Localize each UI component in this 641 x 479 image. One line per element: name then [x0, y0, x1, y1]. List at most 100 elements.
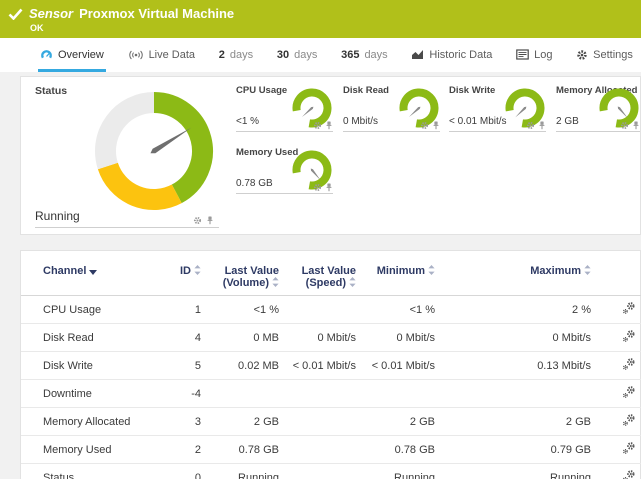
cell-volume: 0.78 GB [211, 436, 289, 464]
gauge-memory-allocated: Memory Allocated2 GB [556, 85, 640, 132]
gauge-title: Disk Read [343, 85, 389, 96]
sort-icon[interactable] [349, 277, 356, 287]
pin-icon[interactable] [538, 121, 546, 130]
pin-icon[interactable] [325, 121, 333, 130]
gauge-value: 0.78 GB [236, 178, 273, 189]
cell-volume: 0 MB [211, 324, 289, 352]
cell-id: 1 [171, 296, 211, 324]
channel-settings-icon[interactable] [622, 441, 636, 455]
tab-settings[interactable]: Settings [574, 38, 635, 72]
tab-live-data[interactable]: Live Data [126, 38, 197, 72]
column-header-actions [601, 251, 641, 296]
sort-desc-icon[interactable] [89, 270, 97, 275]
gauge-title: Disk Write [449, 85, 495, 96]
channel-settings-icon[interactable] [622, 357, 636, 371]
gauge-value: 0 Mbit/s [343, 116, 378, 127]
column-label: Maximum [530, 265, 581, 277]
cell-id: 4 [171, 324, 211, 352]
tab-overview[interactable]: Overview [38, 38, 106, 72]
pin-icon[interactable] [206, 216, 214, 225]
pin-icon[interactable] [432, 121, 440, 130]
cell-min: 0.78 GB [366, 436, 445, 464]
cell-channel[interactable]: Memory Used [21, 436, 171, 464]
channel-settings-icon[interactable] [622, 413, 636, 427]
cell-id: 3 [171, 408, 211, 436]
cell-actions [601, 296, 641, 324]
gauges-panel: Status Running CPU Usage<1 %Disk Read0 M… [20, 76, 641, 235]
cell-id: 0 [171, 464, 211, 479]
tab-30-days[interactable]: 30 days [275, 38, 320, 72]
tab-365-days[interactable]: 365 days [339, 38, 390, 72]
cell-max: 0.79 GB [445, 436, 601, 464]
column-header-last-value[interactable]: Last Value(Volume) [211, 251, 289, 296]
tab-historic-data[interactable]: Historic Data [409, 38, 494, 72]
channel-settings-icon[interactable] [622, 301, 636, 315]
cell-max: 0 Mbit/s [445, 324, 601, 352]
log-icon [516, 49, 529, 60]
gear-icon [576, 49, 588, 61]
check-icon [8, 8, 23, 20]
cell-channel[interactable]: Disk Read [21, 324, 171, 352]
gauge-value: <1 % [236, 116, 259, 127]
column-sublabel: (Volume) [211, 277, 279, 289]
tab-number: 30 [277, 49, 289, 61]
column-header-channel[interactable]: Channel [21, 251, 171, 296]
cell-channel[interactable]: Downtime [21, 380, 171, 408]
sort-icon[interactable] [194, 265, 201, 275]
cell-channel[interactable]: Status [21, 464, 171, 479]
gear-icon[interactable] [313, 121, 322, 130]
cell-speed: 0 Mbit/s [289, 324, 366, 352]
cell-min: < 0.01 Mbit/s [366, 352, 445, 380]
tab-2-days[interactable]: 2 days [217, 38, 255, 72]
cell-channel[interactable]: Disk Write [21, 352, 171, 380]
table-row-disk-read: Disk Read40 MB0 Mbit/s0 Mbit/s0 Mbit/s [21, 324, 641, 352]
channel-settings-icon[interactable] [622, 469, 636, 479]
tab-label: days [230, 49, 253, 61]
cell-max: Running [445, 464, 601, 479]
table-row-disk-write: Disk Write50.02 MB< 0.01 Mbit/s< 0.01 Mb… [21, 352, 641, 380]
gear-icon[interactable] [420, 121, 429, 130]
gear-icon[interactable] [193, 216, 202, 225]
sort-icon[interactable] [584, 265, 591, 275]
status-gauge-value: Running [35, 209, 80, 223]
cell-id: 5 [171, 352, 211, 380]
gauge-disk-read: Disk Read 0 Mbit/s [343, 85, 440, 132]
cell-actions [601, 464, 641, 479]
cell-max: 0.13 Mbit/s [445, 352, 601, 380]
cell-volume: Running [211, 464, 289, 479]
sort-icon[interactable] [272, 277, 279, 287]
table-row-downtime: Downtime-4 [21, 380, 641, 408]
sensor-title: Proxmox Virtual Machine [79, 6, 234, 21]
cell-id: 2 [171, 436, 211, 464]
gauge-actions [620, 121, 640, 130]
channel-settings-icon[interactable] [622, 329, 636, 343]
tab-label: days [294, 49, 317, 61]
column-header-id[interactable]: ID [171, 251, 211, 296]
sensor-header: Sensor Proxmox Virtual Machine OK [0, 0, 641, 38]
gauge-icon [40, 49, 53, 61]
gear-icon[interactable] [313, 183, 322, 192]
gauge-title: Memory Used [236, 147, 298, 158]
cell-id: -4 [171, 380, 211, 408]
gear-icon[interactable] [526, 121, 535, 130]
column-header-minimum[interactable]: Minimum [366, 251, 445, 296]
divider [35, 227, 219, 228]
cell-max: 2 % [445, 296, 601, 324]
sort-icon[interactable] [428, 265, 435, 275]
column-header-maximum[interactable]: Maximum [445, 251, 601, 296]
sensor-type-label: Sensor [29, 6, 73, 21]
gear-icon[interactable] [620, 121, 629, 130]
cell-actions [601, 436, 641, 464]
cell-speed: < 0.01 Mbit/s [289, 352, 366, 380]
pin-icon[interactable] [325, 183, 333, 192]
channel-settings-icon[interactable] [622, 385, 636, 399]
pin-icon[interactable] [632, 121, 640, 130]
tab-log[interactable]: Log [514, 38, 554, 72]
gauge-value: 2 GB [556, 116, 579, 127]
gauge-cpu-usage: CPU Usage<1 % [236, 85, 333, 132]
cell-channel[interactable]: CPU Usage [21, 296, 171, 324]
cell-channel[interactable]: Memory Allocated [21, 408, 171, 436]
table-row-status: Status0RunningRunningRunning [21, 464, 641, 479]
column-header-last-value[interactable]: Last Value(Speed) [289, 251, 366, 296]
status-donut-gauge [94, 91, 214, 211]
